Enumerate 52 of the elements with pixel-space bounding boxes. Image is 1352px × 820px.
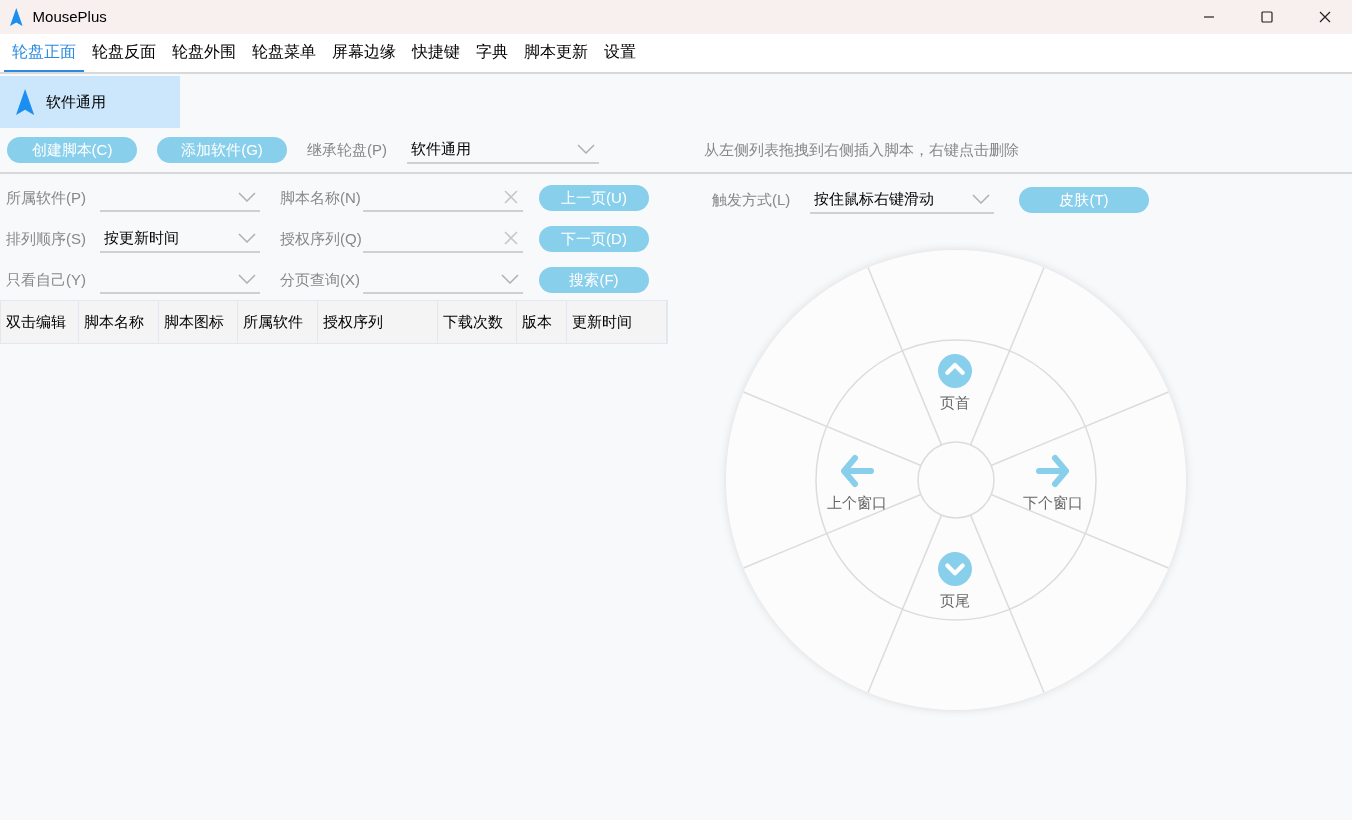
tab[interactable]: 轮盘菜单 [244, 34, 324, 72]
filter-label: 只看自己(Y) [5, 269, 87, 290]
filter-label: 所属软件(P) [5, 187, 87, 208]
arrow-left-icon [840, 454, 874, 488]
inherit-select[interactable]: 软件通用 [407, 136, 599, 164]
close-icon [1319, 11, 1331, 23]
tab[interactable]: 设置 [596, 34, 644, 72]
wheel-slot-label[interactable]: 页首 [940, 392, 970, 415]
tab[interactable]: 屏幕边缘 [324, 34, 404, 72]
field-label: 脚本名称(N) [279, 187, 362, 208]
chevron-down-circle-icon [938, 552, 972, 586]
column-header[interactable]: 版本 [517, 301, 568, 343]
filter-label: 排列顺序(S) [5, 228, 87, 249]
trigger-label: 触发方式(L) [712, 189, 792, 210]
tab[interactable]: 轮盘正面 [4, 34, 84, 72]
column-header[interactable]: 脚本图标 [158, 301, 239, 343]
field-label: 授权序列(Q) [279, 228, 363, 249]
chevron-down-icon [238, 233, 256, 243]
wheel-slot-label[interactable]: 页尾 [940, 590, 970, 613]
wheel-slot-label[interactable]: 下个窗口 [1023, 492, 1083, 515]
chevron-down-icon [501, 274, 519, 284]
chevron-down-icon [238, 192, 256, 202]
clear-icon[interactable] [503, 230, 519, 246]
column-header[interactable]: 下载次数 [437, 301, 518, 343]
tab[interactable]: 字典 [468, 34, 516, 72]
maximize-icon [1261, 11, 1273, 23]
chevron-down-icon [238, 274, 256, 284]
field-label: 分页查询(X) [279, 269, 361, 290]
tab[interactable]: 脚本更新 [516, 34, 596, 72]
arrow-logo-icon [10, 8, 23, 26]
inherit-label: 继承轮盘(P) [307, 139, 387, 160]
hint-text: 从左侧列表拖拽到右侧插入脚本，右键点击删除 [704, 139, 1019, 160]
tab[interactable]: 轮盘外围 [164, 34, 244, 72]
clear-icon[interactable] [503, 189, 519, 205]
column-header[interactable]: 授权序列 [318, 301, 438, 343]
window-title: MousePlus [32, 6, 107, 27]
chevron-down-icon [972, 194, 990, 204]
chevron-down-icon [577, 144, 595, 154]
tab[interactable]: 快捷键 [404, 34, 468, 72]
column-header[interactable]: 所属软件 [238, 301, 319, 343]
software-name: 软件通用 [46, 91, 107, 112]
arrow-logo-icon [16, 89, 35, 115]
arrow-right-icon [1036, 454, 1070, 488]
column-header[interactable]: 双击编辑 [1, 301, 79, 343]
wheel-slot-label[interactable]: 上个窗口 [827, 492, 887, 515]
column-header[interactable]: 脚本名称 [78, 301, 159, 343]
chevron-up-circle-icon [938, 354, 972, 388]
filter-select[interactable]: 按更新时间 [100, 225, 260, 253]
column-header[interactable]: 更新时间 [567, 301, 667, 343]
tab[interactable]: 轮盘反面 [84, 34, 164, 72]
trigger-select[interactable]: 按住鼠标右键滑动 [810, 186, 994, 214]
software-list-item[interactable]: 软件通用 [0, 76, 180, 128]
